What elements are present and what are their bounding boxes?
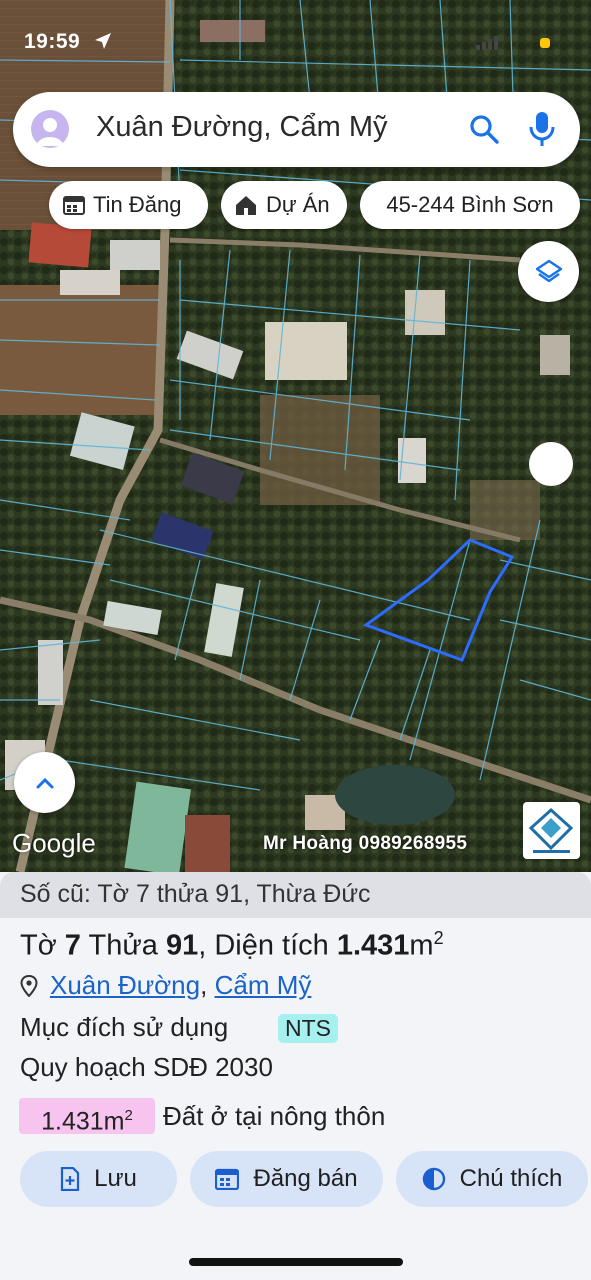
zoning-plan-title: Quy hoạch SDĐ 2030	[20, 1052, 273, 1082]
zoning-area-value: 1.431m	[41, 1107, 125, 1136]
chip-label: Dự Án	[266, 192, 330, 217]
sheet-label: Tờ	[20, 929, 57, 962]
chip-du-an[interactable]: Dự Án	[221, 181, 347, 229]
save-label: Lưu	[94, 1165, 137, 1192]
home-indicator[interactable]	[189, 1258, 403, 1266]
assistive-touch-button[interactable]	[529, 442, 573, 486]
expand-sheet-button[interactable]	[14, 752, 75, 813]
parcel-label: Thửa	[88, 929, 158, 962]
address-separator: ,	[200, 970, 208, 1000]
search-bar[interactable]: Xuân Đường, Cẩm Mỹ	[13, 92, 580, 167]
old-parcel-info: Số cũ: Tờ 7 thửa 91, Thừa Đức	[0, 872, 591, 918]
district-link[interactable]: Cẩm Mỹ	[215, 970, 312, 1000]
sheet-number: 7	[64, 929, 81, 962]
layers-icon	[535, 259, 562, 282]
old-parcel-text: Số cũ: Tờ 7 thửa 91, Thừa Đức	[20, 880, 371, 908]
layers-button[interactable]	[518, 241, 579, 302]
zoning-land-type: Đất ở tại nông thôn	[163, 1101, 386, 1131]
post-for-sale-button[interactable]: Đăng bán	[190, 1151, 383, 1207]
post-for-sale-label: Đăng bán	[253, 1165, 358, 1192]
search-input[interactable]: Xuân Đường, Cẩm Mỹ	[96, 111, 387, 144]
search-icon[interactable]	[469, 114, 499, 144]
area-label: , Diện tích	[198, 929, 329, 962]
area-value: 1.431	[336, 929, 410, 962]
land-use-purpose-label: Mục đích sử dụng	[20, 1012, 229, 1042]
parcel-title: Tờ 7 Thửa 91, Diện tích 1.431m2	[20, 928, 444, 963]
calendar-icon	[63, 196, 85, 215]
house-icon	[236, 196, 256, 215]
save-button[interactable]: Lưu	[20, 1151, 177, 1207]
chip-map-sheet[interactable]: 45-244 Bình Sơn	[360, 181, 580, 229]
chip-tin-dang[interactable]: Tin Đăng	[49, 181, 208, 229]
save-plus-icon	[61, 1167, 80, 1191]
area-unit-exponent: 2	[433, 928, 444, 948]
legend-label: Chú thích	[459, 1165, 563, 1192]
battery-indicator	[540, 38, 550, 48]
zoning-area-exponent: 2	[124, 1107, 133, 1124]
legend-button[interactable]: Chú thích	[396, 1151, 588, 1207]
commune-link[interactable]: Xuân Đường	[50, 970, 200, 1000]
contrast-icon	[422, 1167, 445, 1191]
satellite-map[interactable]: 19:59 Xuân Đường, Cẩm Mỹ Tin Đăng Dự Án …	[0, 0, 591, 872]
chevron-up-icon	[36, 777, 53, 788]
parcel-info-sheet: Số cũ: Tờ 7 thửa 91, Thừa Đức Tờ 7 Thửa …	[0, 872, 591, 1280]
location-pin-icon	[20, 975, 38, 997]
signal-icon	[476, 36, 498, 50]
watermark-contact: Mr Hoàng 0989268955	[263, 833, 468, 854]
zoning-area-badge: 1.431m2	[19, 1098, 155, 1136]
status-time: 19:59	[24, 30, 81, 53]
brand-logo	[523, 802, 580, 859]
google-logo: Google	[12, 828, 96, 858]
area-unit: m	[409, 929, 434, 962]
chip-label: 45-244 Bình Sơn	[386, 192, 554, 217]
chip-label: Tin Đăng	[93, 192, 182, 217]
status-bar: 19:59	[0, 0, 591, 60]
location-arrow-icon	[95, 33, 111, 49]
user-avatar-icon	[36, 118, 64, 146]
parcel-address: Xuân Đường, Cẩm Mỹ	[50, 970, 311, 1001]
microphone-icon[interactable]	[529, 111, 555, 147]
parcel-number: 91	[165, 929, 199, 962]
land-use-code-badge: NTS	[278, 1014, 338, 1043]
avatar[interactable]	[31, 110, 69, 148]
calendar-icon	[215, 1168, 240, 1190]
